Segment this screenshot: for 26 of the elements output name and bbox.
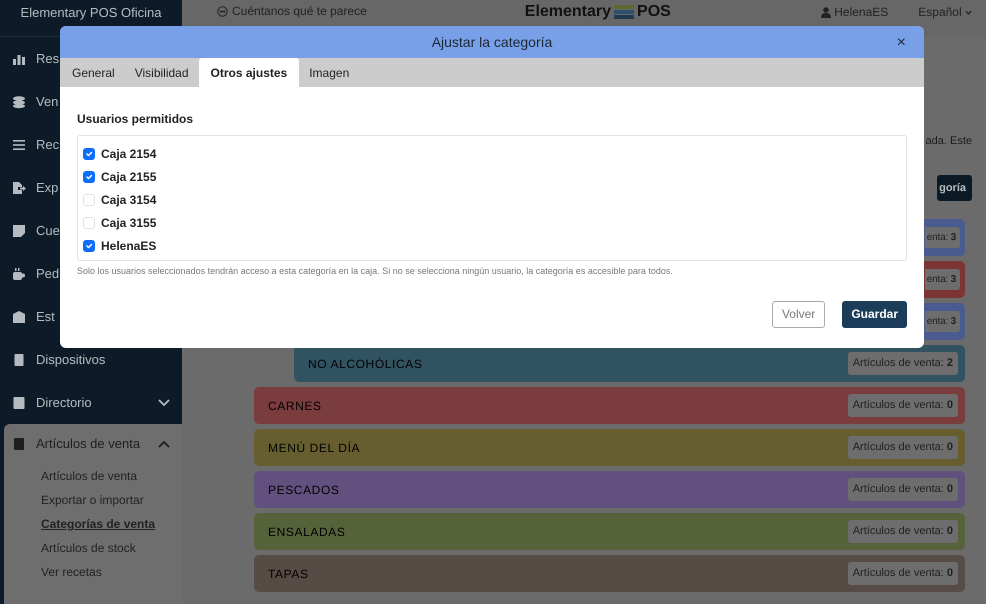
item-count: enta: 3 bbox=[924, 311, 960, 332]
item-count: Artículos de venta: 0 bbox=[848, 562, 958, 585]
item-count: Artículos de venta: 0 bbox=[848, 436, 958, 459]
item-count: Artículos de venta: 0 bbox=[848, 394, 958, 417]
field-label: Usuarios permitidos bbox=[77, 111, 194, 128]
item-count: enta: 3 bbox=[924, 227, 960, 248]
item-count: Artículos de venta: 0 bbox=[848, 478, 958, 501]
logo-text: POS bbox=[637, 2, 671, 22]
category-name: MENÚ DEL DÍA bbox=[268, 440, 360, 456]
category-name: ENSALADAS bbox=[268, 524, 346, 540]
logo-text: Elementary bbox=[524, 2, 612, 22]
category-name: CARNES bbox=[268, 398, 322, 414]
help-text: Solo los usuarios seleccionados tendrán acceso a esta categoría en la caja. Si no se selecciona ningún usuario, la categoría es accesible para todos. bbox=[77, 265, 674, 278]
checkbox-label: Caja 2154 bbox=[101, 146, 156, 162]
category-name: TAPAS bbox=[268, 566, 309, 582]
checkbox-label: HelenaES bbox=[101, 238, 156, 254]
item-count: Artículos de venta: 2 bbox=[848, 352, 958, 375]
item-count: enta: 3 bbox=[924, 269, 960, 290]
checkbox-label: Caja 3154 bbox=[101, 192, 156, 208]
checkbox-label: Caja 2155 bbox=[101, 168, 156, 186]
checkbox-label: Caja 3155 bbox=[101, 214, 156, 232]
category-name: NO ALCOHÓLICAS bbox=[308, 356, 422, 372]
category-name: PESCADOS bbox=[268, 482, 340, 498]
description-text: ada. Este bbox=[926, 134, 972, 149]
item-count: Artículos de venta: 0 bbox=[848, 520, 958, 543]
modal-title: Ajustar la categoría bbox=[432, 32, 552, 52]
